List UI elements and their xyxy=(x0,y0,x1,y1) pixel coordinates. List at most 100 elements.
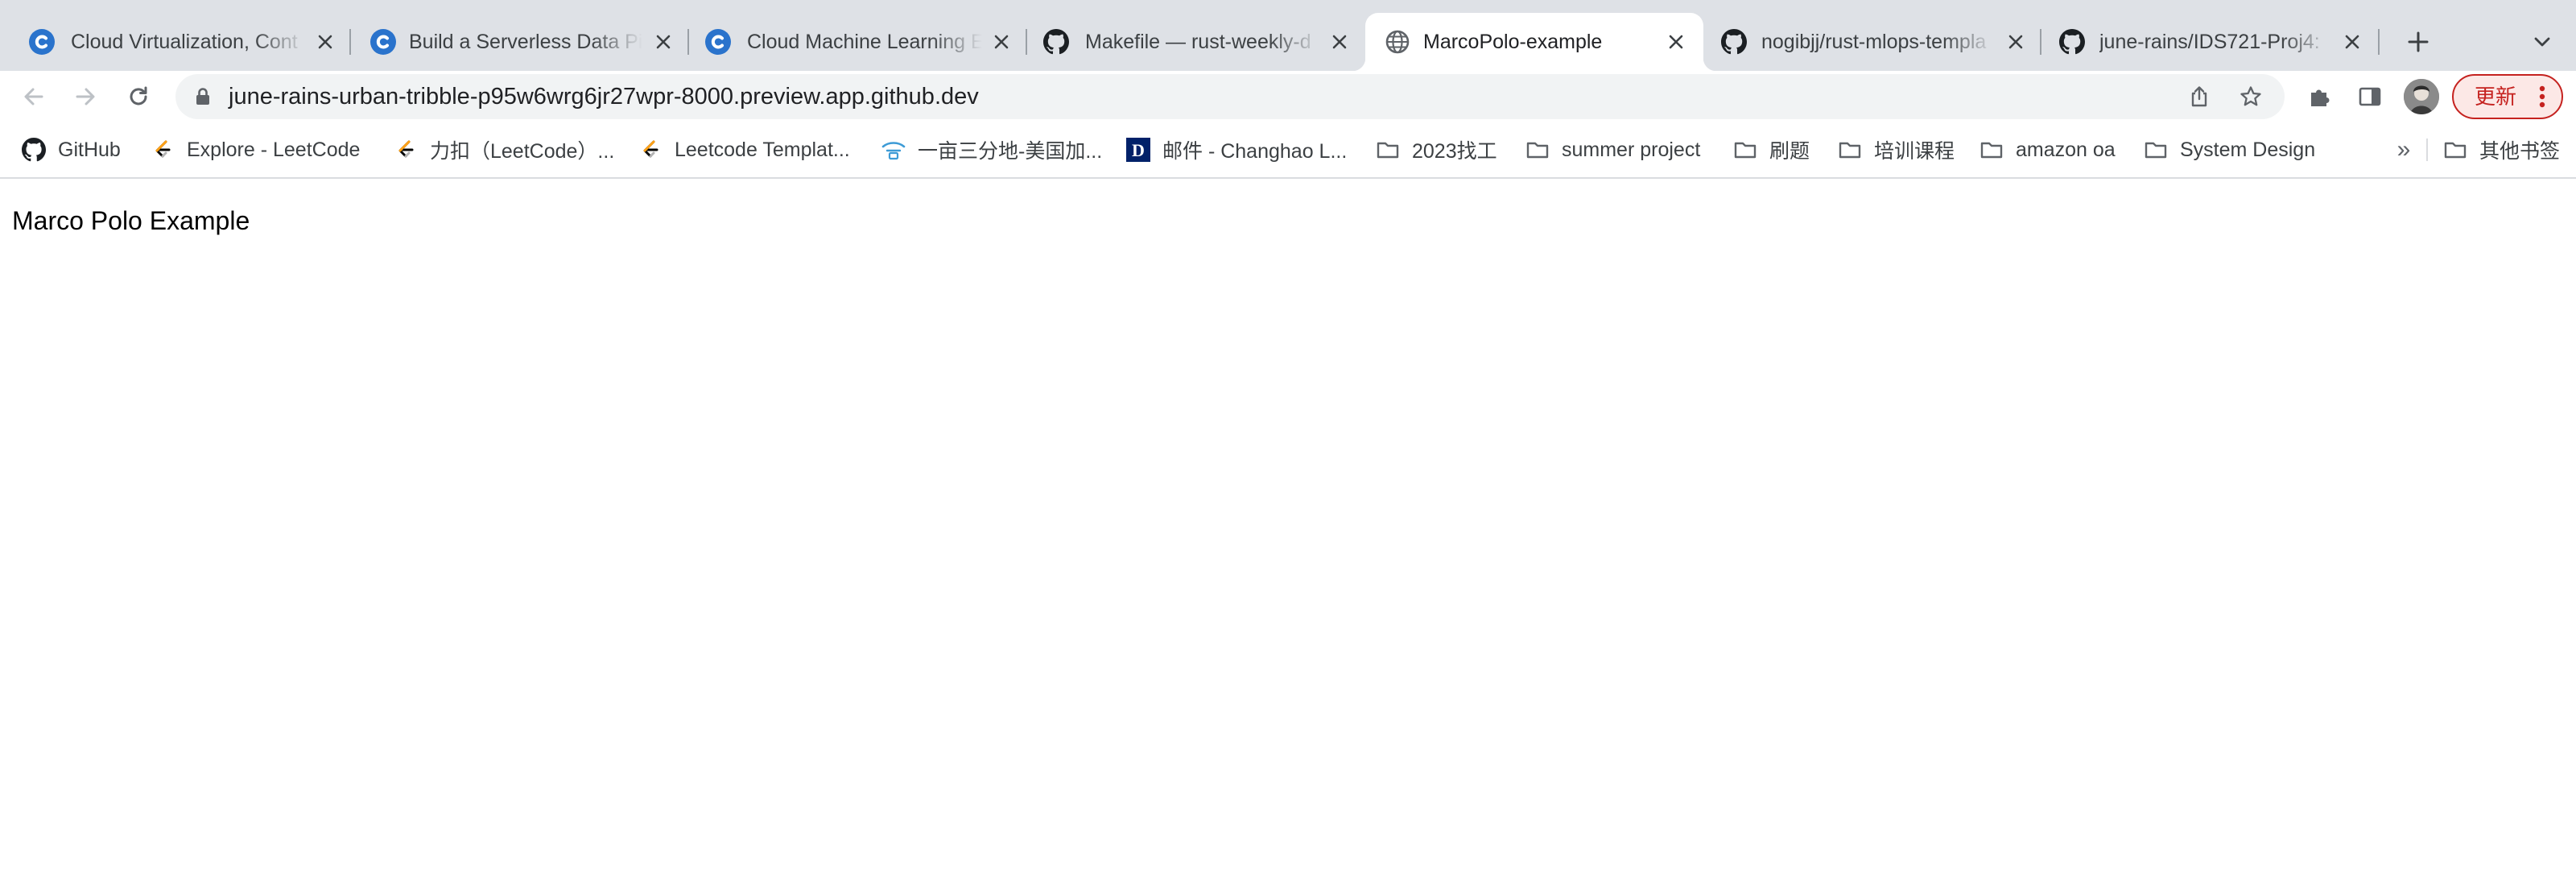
address-bar[interactable]: june-rains-urban-tribble-p95w6wrg6jr27wp… xyxy=(175,74,2285,119)
update-label: 更新 xyxy=(2475,85,2517,109)
tab-rust-mlops-template[interactable]: nogibjj/rust-mlops-templa xyxy=(1703,13,2041,71)
bookmarks-overflow-button[interactable]: » xyxy=(2389,134,2418,166)
bookmark-duke-mail[interactable]: D 邮件 - Changhao L... xyxy=(1125,130,1347,169)
close-tab-icon[interactable] xyxy=(652,31,675,53)
close-tab-icon[interactable] xyxy=(1665,31,1687,53)
reload-button[interactable] xyxy=(119,77,158,116)
bookmark-label: summer project xyxy=(1562,138,1701,161)
bookmarks-divider xyxy=(2426,139,2428,161)
tab-marcopolo-example[interactable]: MarcoPolo-example xyxy=(1352,13,1716,71)
bookmark-label: 2023找工 xyxy=(1412,140,1497,163)
new-tab-button[interactable] xyxy=(2399,23,2438,61)
bookmark-label: 其他书签 xyxy=(2479,140,2561,163)
leetcode-icon xyxy=(638,137,663,163)
folder-icon xyxy=(1732,137,1758,163)
update-button[interactable]: 更新 xyxy=(2452,74,2563,119)
side-panel-button[interactable] xyxy=(2351,77,2389,116)
puzzle-icon xyxy=(2311,89,2330,106)
bookmark-folder-system-design[interactable]: System Design xyxy=(2143,130,2315,169)
tab-strip: Cloud Virtualization, Cont Build a Serve… xyxy=(0,0,2576,71)
bookmark-leetcode-cn[interactable]: 力扣（LeetCode）... xyxy=(393,130,614,169)
close-tab-icon[interactable] xyxy=(2004,31,2027,53)
tab-separator xyxy=(2378,29,2380,55)
tab-serverless-data[interactable]: Build a Serverless Data Pi xyxy=(351,13,689,71)
bookmark-folder-leetcode-practice[interactable]: 刷题 xyxy=(1732,130,1810,169)
page-heading: Marco Polo Example xyxy=(12,206,250,235)
bookmark-1point3acres[interactable]: 一亩三分地-美国加... xyxy=(881,130,1102,169)
coursera-icon xyxy=(29,29,55,55)
tab-title: june-rains/IDS721-Proj4: xyxy=(2099,31,2320,53)
star-icon xyxy=(2240,86,2261,106)
plus-icon xyxy=(2408,31,2429,52)
bookmarks-bar: GitHub Explore - LeetCode 力扣（LeetCode）..… xyxy=(0,122,2576,177)
leetcode-icon xyxy=(393,137,419,163)
yimu-icon xyxy=(881,137,906,163)
github-icon xyxy=(2059,29,2085,55)
bookmark-folder-2023-job[interactable]: 2023找工 xyxy=(1375,130,1497,169)
close-tab-icon[interactable] xyxy=(1328,31,1351,53)
bookmark-folder-summer-project[interactable]: summer project xyxy=(1525,130,1700,169)
folder-icon xyxy=(1375,137,1401,163)
bookmark-folder-amazon-oa[interactable]: amazon oa xyxy=(1979,130,2116,169)
arrow-left-icon xyxy=(24,88,43,106)
bookmark-label: amazon oa xyxy=(2016,138,2116,161)
github-icon xyxy=(21,137,47,163)
bookmark-folder-training-courses[interactable]: 培训课程 xyxy=(1837,130,1955,169)
arrow-right-icon xyxy=(76,88,95,106)
coursera-icon xyxy=(705,29,731,55)
side-panel-icon xyxy=(2359,87,2381,106)
tab-title: MarcoPolo-example xyxy=(1423,31,1603,53)
close-tab-icon[interactable] xyxy=(990,31,1013,53)
bookmark-label: Explore - LeetCode xyxy=(187,138,361,161)
more-vertical-icon xyxy=(2539,85,2545,108)
tab-makefile[interactable]: Makefile — rust-weekly-d xyxy=(1027,13,1365,71)
tab-cloud-ml[interactable]: Cloud Machine Learning E xyxy=(689,13,1027,71)
profile-avatar[interactable] xyxy=(2404,79,2439,114)
tab-cloud-virtualization[interactable]: Cloud Virtualization, Cont xyxy=(0,13,351,71)
toolbar: june-rains-urban-tribble-p95w6wrg6jr27wp… xyxy=(0,71,2576,122)
tab-title: Cloud Machine Learning E xyxy=(747,31,982,53)
lock-icon[interactable] xyxy=(192,85,214,108)
tab-title: Makefile — rust-weekly-d xyxy=(1085,31,1311,53)
bookmark-label: 刷题 xyxy=(1769,140,1810,163)
tab-ids721-proj4[interactable]: june-rains/IDS721-Proj4: xyxy=(2041,13,2380,71)
bookmark-leetcode-templates[interactable]: Leetcode Templat... xyxy=(638,130,850,169)
bookmark-label: 培训课程 xyxy=(1874,140,1955,163)
avatar-image xyxy=(2404,79,2439,114)
folder-icon xyxy=(1525,137,1550,163)
folder-icon xyxy=(1837,137,1863,163)
bookmark-label: Leetcode Templat... xyxy=(675,138,850,161)
forward-button[interactable] xyxy=(66,77,105,116)
folder-icon xyxy=(2143,137,2169,163)
close-tab-icon[interactable] xyxy=(2341,31,2363,53)
bookmark-label: 一亩三分地-美国加... xyxy=(918,140,1103,163)
tab-search-button[interactable] xyxy=(2523,23,2562,61)
folder-icon xyxy=(1979,137,2004,163)
bookmark-label: 邮件 - Changhao L... xyxy=(1162,140,1348,163)
close-tab-icon[interactable] xyxy=(314,31,336,53)
github-icon xyxy=(1043,29,1069,55)
leetcode-icon xyxy=(150,137,175,163)
coursera-icon xyxy=(370,29,396,55)
bookmark-label: System Design xyxy=(2180,138,2316,161)
share-button[interactable] xyxy=(2183,81,2215,113)
bookmark-star-button[interactable] xyxy=(2235,81,2267,113)
page-content: Marco Polo Example xyxy=(0,179,2576,873)
extensions-button[interactable] xyxy=(2301,77,2339,116)
globe-icon xyxy=(1385,30,1410,54)
tab-title: Cloud Virtualization, Cont xyxy=(71,31,298,53)
url-text[interactable]: june-rains-urban-tribble-p95w6wrg6jr27wp… xyxy=(229,74,979,119)
bookmark-github[interactable]: GitHub xyxy=(21,130,121,169)
tab-title: Build a Serverless Data Pi xyxy=(409,31,642,53)
back-button[interactable] xyxy=(14,77,53,116)
bookmark-explore-leetcode[interactable]: Explore - LeetCode xyxy=(150,130,360,169)
duke-d-icon: D xyxy=(1125,137,1151,163)
bookmark-label: 力扣（LeetCode）... xyxy=(430,140,615,163)
bookmark-label: GitHub xyxy=(58,138,121,161)
share-icon xyxy=(2191,86,2207,107)
bookmark-other-bookmarks[interactable]: 其他书签 xyxy=(2442,130,2560,169)
folder-icon xyxy=(2442,137,2468,163)
tab-title: nogibjj/rust-mlops-templa xyxy=(1761,31,1987,53)
github-icon xyxy=(1721,29,1747,55)
reload-icon xyxy=(130,86,147,106)
